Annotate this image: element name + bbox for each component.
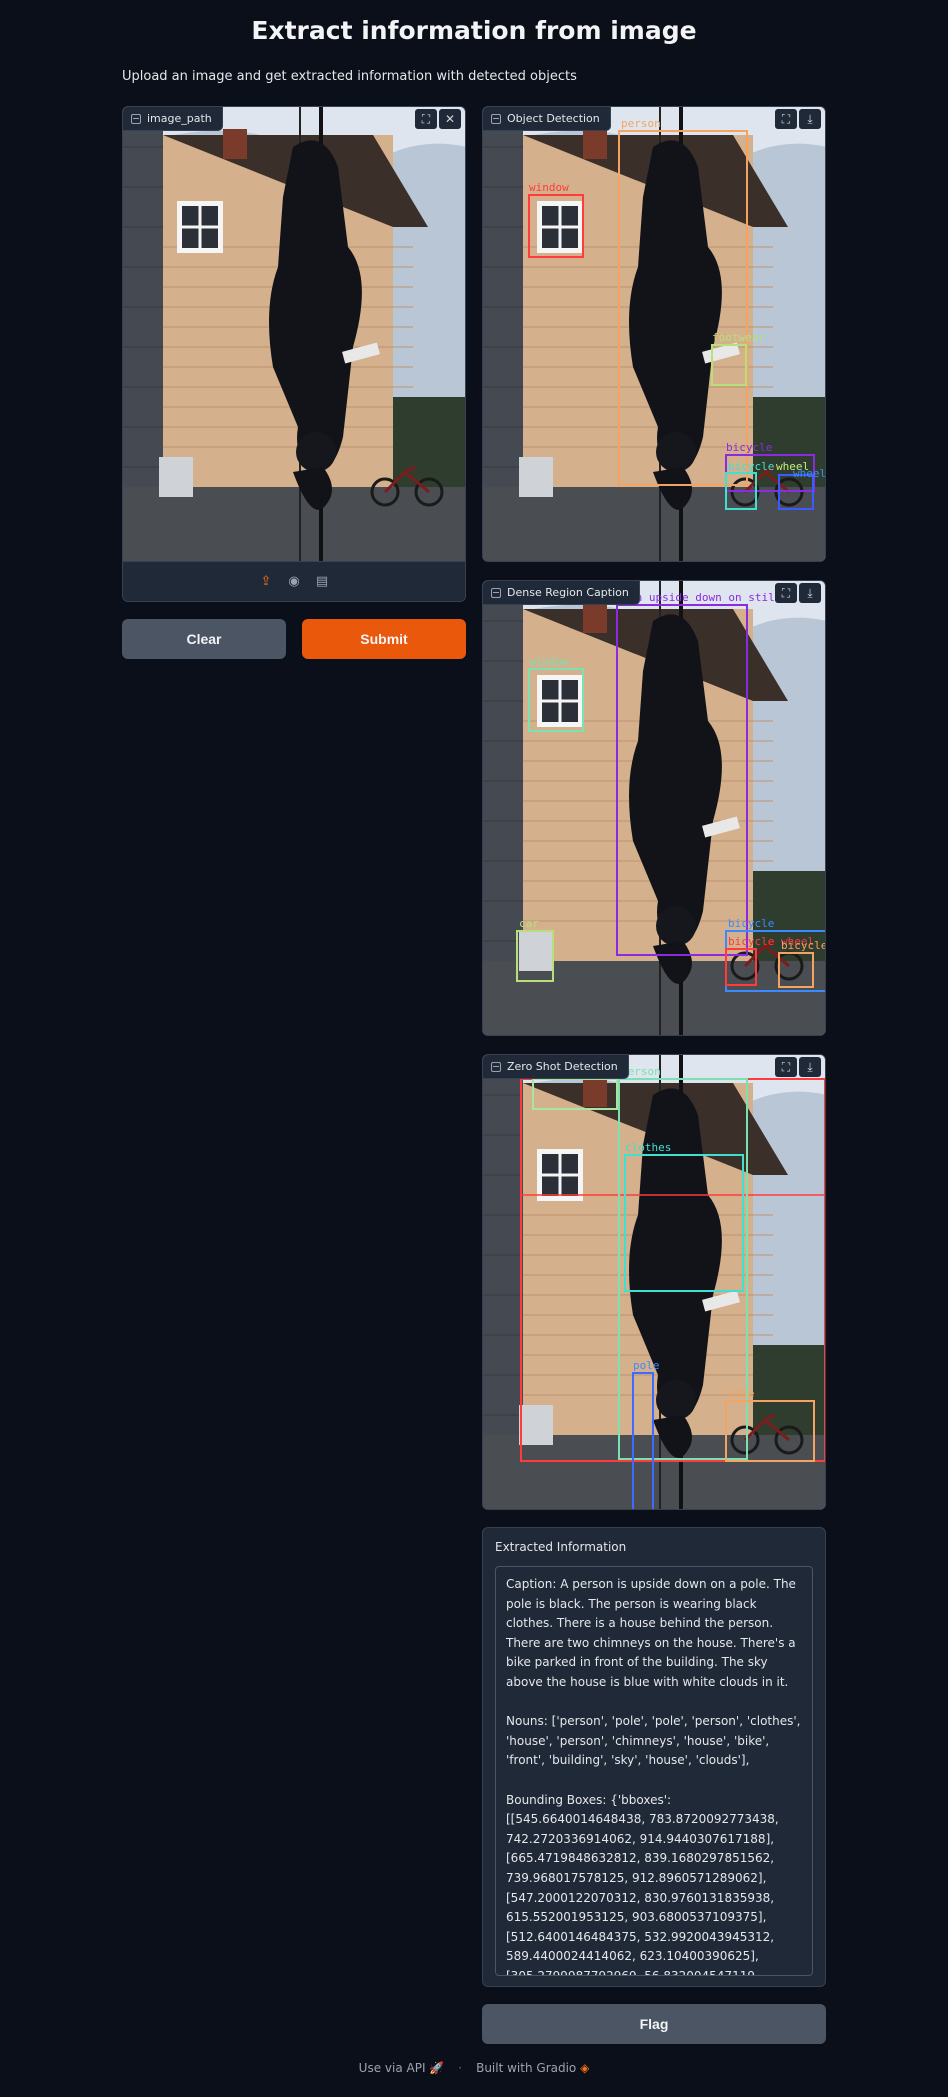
object-detection-panel: Object Detection ⛶ ⤓ person window footw…	[482, 106, 826, 562]
zero-shot-detection-label-text: Zero Shot Detection	[507, 1060, 618, 1073]
rocket-icon: 🚀	[429, 2061, 445, 2075]
zero-shot-detection-label: Zero Shot Detection	[483, 1055, 629, 1079]
object-detection-image: person window footwear bicycle bicycle w…	[483, 107, 826, 562]
close-icon[interactable]: ✕	[439, 109, 461, 129]
bbox-label: person	[621, 117, 661, 130]
extracted-information-textbox[interactable]: Caption: A person is upside down on a po…	[495, 1566, 813, 1976]
fullscreen-icon[interactable]: ⛶	[775, 583, 797, 603]
clipboard-icon[interactable]: ▤	[314, 574, 330, 590]
gradio-logo-icon: ◈	[580, 2061, 590, 2075]
webcam-icon[interactable]: ◉	[286, 574, 302, 590]
fullscreen-icon[interactable]: ⛶	[415, 109, 437, 129]
upload-icon[interactable]: ⇪	[258, 574, 274, 590]
bbox-label: car	[519, 917, 539, 930]
footer-separator: ·	[458, 2061, 463, 2075]
bbox-label: wheel	[793, 467, 826, 480]
clear-button[interactable]: Clear	[122, 619, 286, 659]
page-subtitle: Upload an image and get extracted inform…	[122, 69, 577, 84]
footer: Use via API 🚀 · Built with Gradio ◈	[0, 2061, 948, 2075]
image-icon	[491, 587, 501, 598]
download-icon[interactable]: ⤓	[799, 1057, 821, 1077]
bbox-label: bicycle	[728, 917, 774, 930]
source-selector: ⇪ ◉ ▤	[123, 561, 465, 601]
bbox-label: footwear	[712, 331, 765, 344]
object-detection-label: Object Detection	[483, 107, 611, 131]
extracted-information-panel: Extracted Information Caption: A person …	[482, 1527, 826, 1987]
flag-button[interactable]: Flag	[482, 2004, 826, 2044]
bbox-label: bicycle	[728, 460, 774, 473]
use-via-api-link[interactable]: Use via API 🚀	[359, 2061, 445, 2075]
built-with-gradio-link[interactable]: Built with Gradio ◈	[476, 2061, 589, 2075]
image-icon	[131, 113, 141, 124]
bbox-label: bicycle	[726, 441, 772, 454]
image-input-panel[interactable]: image_path ⛶ ✕ ⇪ ◉ ▤	[122, 106, 466, 602]
extracted-information-label: Extracted Information	[495, 1540, 627, 1554]
built-with-gradio-text: Built with Gradio	[476, 2061, 577, 2075]
dense-region-caption-label-text: Dense Region Caption	[507, 586, 629, 599]
fullscreen-icon[interactable]: ⛶	[775, 109, 797, 129]
download-icon[interactable]: ⤓	[799, 109, 821, 129]
bbox-label: bicycle	[781, 939, 826, 952]
object-detection-label-text: Object Detection	[507, 112, 600, 125]
download-icon[interactable]: ⤓	[799, 583, 821, 603]
bbox-label: pole	[633, 1359, 660, 1372]
dense-region-caption-label: Dense Region Caption	[483, 581, 640, 605]
zero-shot-detection-panel: Zero Shot Detection ⛶ ⤓ person clothes p…	[482, 1054, 826, 1510]
dense-region-caption-image: an upside down on stilts window car bicy…	[483, 581, 826, 1036]
page-title: Extract information from image	[251, 16, 697, 45]
image-input-label-text: image_path	[147, 112, 212, 125]
use-via-api-text: Use via API	[358, 2061, 426, 2075]
bbox-label: clothes	[625, 1141, 671, 1154]
submit-button[interactable]: Submit	[302, 619, 466, 659]
fullscreen-icon[interactable]: ⛶	[775, 1057, 797, 1077]
image-icon	[491, 1061, 501, 1072]
image-icon	[491, 113, 501, 124]
image-input-label: image_path	[123, 107, 223, 131]
input-image	[123, 107, 466, 563]
dense-region-caption-panel: Dense Region Caption ⛶ ⤓ an upside down …	[482, 580, 826, 1036]
bbox-label: window	[529, 655, 569, 668]
bbox-label: bike	[728, 1387, 755, 1400]
bbox-label: an upside down on stilts	[629, 591, 788, 604]
zero-shot-detection-image: person clothes pole bike	[483, 1055, 825, 1509]
bbox-label: window	[529, 181, 569, 194]
